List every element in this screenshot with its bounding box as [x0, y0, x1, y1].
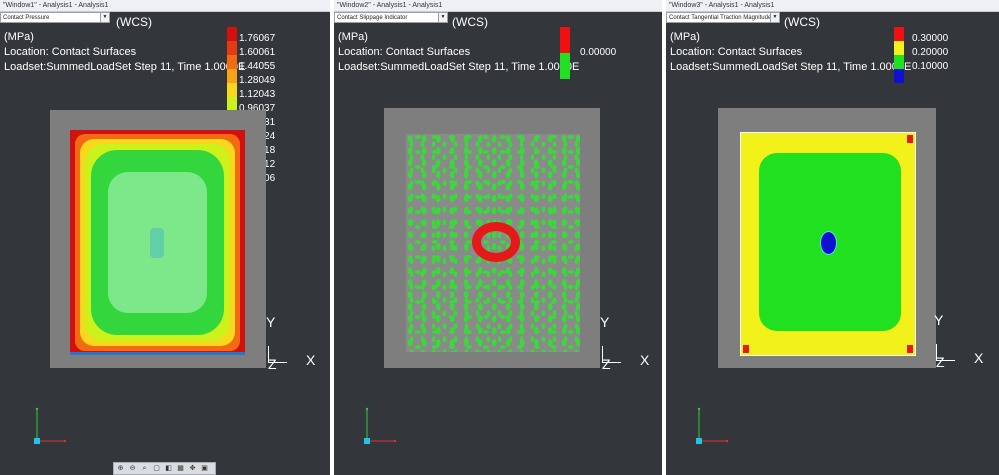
- loadset-label: Loadset:SummedLoadSet Step 11, Time 1.00…: [670, 61, 912, 73]
- display-style-icon[interactable]: ▦: [176, 464, 185, 473]
- view-icon[interactable]: ◧: [164, 464, 173, 473]
- window-2[interactable]: "Window2" - Analysis1 - Analysis1 Contac…: [334, 0, 662, 475]
- window-2-title: "Window2" - Analysis1 - Analysis1: [334, 0, 662, 12]
- chevron-down-icon[interactable]: ▼: [100, 13, 109, 22]
- legend-swatch: [560, 53, 570, 79]
- triad-z-label: Z: [936, 354, 945, 370]
- legend-label: 1.12043: [239, 89, 276, 100]
- result-type-value: Contact Tangential Traction Magnitude: [669, 15, 772, 21]
- legend-swatch: [894, 41, 904, 55]
- named-view-icon[interactable]: ▣: [200, 464, 209, 473]
- units-label: (MPa): [338, 31, 368, 43]
- orient-icon[interactable]: ✥: [188, 464, 197, 473]
- coordinate-triad: Y X Z: [598, 314, 658, 372]
- window-3-title: "Window3" - Analysis1 - Analysis1: [666, 0, 999, 12]
- fringe-spot: [150, 228, 164, 258]
- mini-axis-triad: [34, 407, 67, 444]
- window-1-title: "Window1" - Analysis1 - Analysis1: [0, 0, 330, 12]
- triad-z-label: Z: [602, 356, 611, 372]
- slip-ring: [472, 222, 520, 262]
- zoom-in-icon[interactable]: ⊕: [116, 464, 125, 473]
- result-type-value: Contact Pressure: [3, 15, 50, 21]
- legend-swatch: [894, 27, 904, 41]
- result-type-select-2[interactable]: Contact Slippage Indicator ▼: [334, 12, 448, 23]
- result-type-select-1[interactable]: Contact Pressure ▼: [0, 12, 110, 23]
- result-type-select-3[interactable]: Contact Tangential Traction Magnitude ▼: [666, 12, 780, 23]
- legend-swatch: [894, 69, 904, 83]
- legend-swatch: [227, 83, 237, 97]
- window-3[interactable]: "Window3" - Analysis1 - Analysis1 Contac…: [666, 0, 999, 475]
- units-label: (MPa): [4, 31, 34, 43]
- location-label: Location: Contact Surfaces: [338, 46, 471, 58]
- location-label: Location: Contact Surfaces: [4, 46, 137, 58]
- mini-axis-triad: [364, 407, 397, 444]
- chevron-down-icon[interactable]: ▼: [770, 13, 779, 22]
- legend-label: 0.10000: [912, 61, 949, 72]
- legend-swatch: [227, 27, 237, 41]
- loadset-label: Loadset:SummedLoadSet Step 11, Time 1.00…: [4, 61, 246, 73]
- legend-label: 0.00000: [580, 47, 617, 58]
- chevron-down-icon[interactable]: ▼: [438, 13, 447, 22]
- coordinate-triad: Y X Z: [264, 314, 324, 372]
- corner-mark: [907, 345, 913, 353]
- triad-y-label: Y: [934, 312, 944, 328]
- corner-mark: [743, 345, 749, 353]
- triad-x-label: X: [974, 350, 984, 366]
- zoom-out-icon[interactable]: ⊖: [128, 464, 137, 473]
- legend-swatch: [227, 55, 237, 69]
- slippage-fringe[interactable]: [406, 134, 580, 352]
- triad-y-label: Y: [266, 314, 276, 330]
- refit-icon[interactable]: ▢: [152, 464, 161, 473]
- triad-x-label: X: [306, 352, 316, 368]
- wcs-label: (WCS): [452, 15, 488, 29]
- zoom-window-icon[interactable]: ⌕: [140, 464, 149, 473]
- triad-z-label: Z: [268, 356, 277, 372]
- view-toolbar: ⊕ ⊖ ⌕ ▢ ◧ ▦ ✥ ▣: [113, 462, 216, 475]
- legend-swatch: [894, 55, 904, 69]
- units-label: (MPa): [670, 31, 700, 43]
- coordinate-triad: Y X Z: [932, 312, 992, 370]
- triad-x-label: X: [640, 352, 650, 368]
- traction-spot: [820, 231, 837, 255]
- loadset-label: Loadset:SummedLoadSet Step 11, Time 1.00…: [338, 61, 580, 73]
- corner-mark: [907, 135, 913, 143]
- wcs-label: (WCS): [116, 15, 152, 29]
- mini-axis-triad: [696, 407, 729, 444]
- legend-label: 0.20000: [912, 47, 949, 58]
- result-type-value: Contact Slippage Indicator: [337, 15, 408, 21]
- legend-swatch: [560, 27, 570, 53]
- legend-swatch: [227, 69, 237, 83]
- legend-swatch: [227, 41, 237, 55]
- legend-swatch: [227, 97, 237, 111]
- legend-label: 1.76067: [239, 33, 276, 44]
- wcs-label: (WCS): [784, 15, 820, 29]
- contact-pressure-fringe[interactable]: [70, 130, 245, 355]
- legend-label: 1.28049: [239, 75, 276, 86]
- window-1[interactable]: "Window1" - Analysis1 - Analysis1 Contac…: [0, 0, 330, 475]
- tangential-traction-fringe[interactable]: [740, 132, 916, 356]
- legend-label: 0.30000: [912, 33, 949, 44]
- legend-label: 1.44055: [239, 61, 276, 72]
- triad-y-label: Y: [600, 314, 610, 330]
- location-label: Location: Contact Surfaces: [670, 46, 803, 58]
- fringe-edge: [70, 352, 245, 355]
- legend-label: 1.60061: [239, 47, 276, 58]
